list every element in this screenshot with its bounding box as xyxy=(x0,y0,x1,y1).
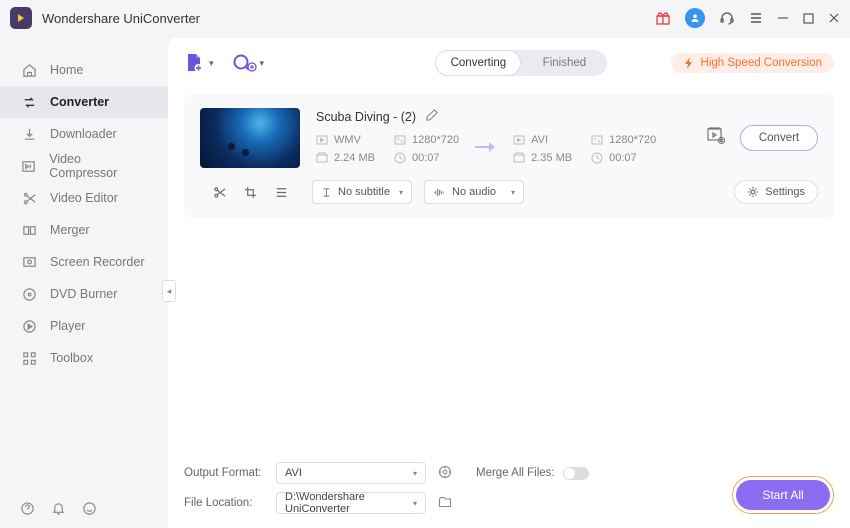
bell-icon[interactable] xyxy=(51,501,66,516)
home-icon xyxy=(20,63,38,78)
compressor-icon xyxy=(20,159,37,174)
sidebar-item-label: Video Compressor xyxy=(49,152,148,180)
output-settings-icon[interactable] xyxy=(438,465,452,482)
high-speed-button[interactable]: High Speed Conversion xyxy=(671,53,834,73)
add-file-button[interactable]: ▾ xyxy=(184,52,214,74)
dst-format: AVI xyxy=(513,134,575,146)
close-button[interactable] xyxy=(828,12,840,24)
merge-label: Merge All Files: xyxy=(476,467,555,479)
file-card: Scuba Diving - (2) WMV 2.24 MB 1280*720 … xyxy=(184,94,834,218)
gift-icon[interactable] xyxy=(655,10,671,26)
recorder-icon xyxy=(20,255,38,270)
output-preset-icon[interactable] xyxy=(706,126,726,151)
menu-icon[interactable] xyxy=(749,11,763,25)
high-speed-label: High Speed Conversion xyxy=(701,57,822,69)
sidebar-item-label: Toolbox xyxy=(50,351,93,365)
subtitle-select[interactable]: No subtitle ▾ xyxy=(312,180,412,204)
avatar-icon[interactable] xyxy=(685,8,705,28)
minimize-button[interactable] xyxy=(777,12,789,24)
sidebar-item-toolbox[interactable]: Toolbox xyxy=(0,342,168,374)
chevron-down-icon: ▾ xyxy=(413,469,417,478)
dst-size: 2.35 MB xyxy=(513,152,575,164)
sidebar-item-label: Converter xyxy=(50,95,109,109)
sidebar-item-recorder[interactable]: Screen Recorder xyxy=(0,246,168,278)
audio-select[interactable]: No audio ▾ xyxy=(424,180,524,204)
arrow-right-icon xyxy=(475,140,497,159)
sidebar-item-editor[interactable]: Video Editor xyxy=(0,182,168,214)
open-folder-icon[interactable] xyxy=(438,495,452,512)
chevron-down-icon: ▾ xyxy=(260,58,265,69)
app-logo xyxy=(10,7,32,29)
sidebar-item-label: Downloader xyxy=(50,127,117,141)
headset-icon[interactable] xyxy=(719,10,735,26)
dst-resolution: 1280*720 xyxy=(591,134,656,146)
sidebar-collapse-button[interactable]: ◂ xyxy=(162,280,176,302)
maximize-button[interactable] xyxy=(803,13,814,24)
dst-duration: 00:07 xyxy=(591,152,656,164)
sidebar-item-player[interactable]: Player xyxy=(0,310,168,342)
src-size: 2.24 MB xyxy=(316,152,378,164)
chevron-down-icon: ▾ xyxy=(511,188,515,197)
tab-converting[interactable]: Converting xyxy=(435,50,521,76)
chevron-down-icon: ▾ xyxy=(209,58,214,69)
convert-button[interactable]: Convert xyxy=(740,125,818,151)
tab-finished[interactable]: Finished xyxy=(521,50,607,76)
sidebar-item-label: Screen Recorder xyxy=(50,255,145,269)
output-format-select[interactable]: AVI ▾ xyxy=(276,462,426,484)
sidebar-item-label: Video Editor xyxy=(50,191,118,205)
more-icon[interactable] xyxy=(275,186,288,199)
status-tabs: Converting Finished xyxy=(435,50,607,76)
feedback-icon[interactable] xyxy=(82,501,97,516)
sidebar-item-label: Home xyxy=(50,63,83,77)
sidebar-item-label: Player xyxy=(50,319,85,333)
sidebar-item-dvd[interactable]: DVD Burner xyxy=(0,278,168,310)
src-resolution: 1280*720 xyxy=(394,134,459,146)
merge-toggle[interactable] xyxy=(563,467,589,480)
merger-icon xyxy=(20,223,38,238)
src-duration: 00:07 xyxy=(394,152,459,164)
src-format: WMV xyxy=(316,134,378,146)
start-all-highlight: Start All xyxy=(732,476,834,514)
file-location-select[interactable]: D:\Wondershare UniConverter ▾ xyxy=(276,492,426,514)
app-title: Wondershare UniConverter xyxy=(42,11,655,26)
edit-name-icon[interactable] xyxy=(426,108,439,126)
sidebar-item-merger[interactable]: Merger xyxy=(0,214,168,246)
sidebar-item-home[interactable]: Home xyxy=(0,54,168,86)
converter-icon xyxy=(20,95,38,110)
chevron-down-icon: ▾ xyxy=(413,499,417,508)
sidebar-item-compressor[interactable]: Video Compressor xyxy=(0,150,168,182)
file-location-label: File Location: xyxy=(184,497,264,509)
help-icon[interactable] xyxy=(20,501,35,516)
output-format-label: Output Format: xyxy=(184,467,264,479)
download-icon xyxy=(20,127,38,142)
trim-icon[interactable] xyxy=(213,186,226,199)
chevron-down-icon: ▾ xyxy=(399,188,403,197)
sidebar-item-label: Merger xyxy=(50,223,90,237)
crop-icon[interactable] xyxy=(244,186,257,199)
disc-icon xyxy=(20,287,38,302)
file-name: Scuba Diving - (2) xyxy=(316,110,416,124)
video-thumbnail[interactable] xyxy=(200,108,300,168)
scissors-icon xyxy=(20,191,38,206)
sidebar-item-converter[interactable]: Converter xyxy=(0,86,168,118)
settings-button[interactable]: Settings xyxy=(734,180,818,204)
sidebar-item-label: DVD Burner xyxy=(50,287,117,301)
play-icon xyxy=(20,319,38,334)
sidebar-item-downloader[interactable]: Downloader xyxy=(0,118,168,150)
start-all-button[interactable]: Start All xyxy=(736,480,830,510)
add-url-button[interactable]: ▾ xyxy=(232,53,265,73)
grid-icon xyxy=(20,351,38,366)
